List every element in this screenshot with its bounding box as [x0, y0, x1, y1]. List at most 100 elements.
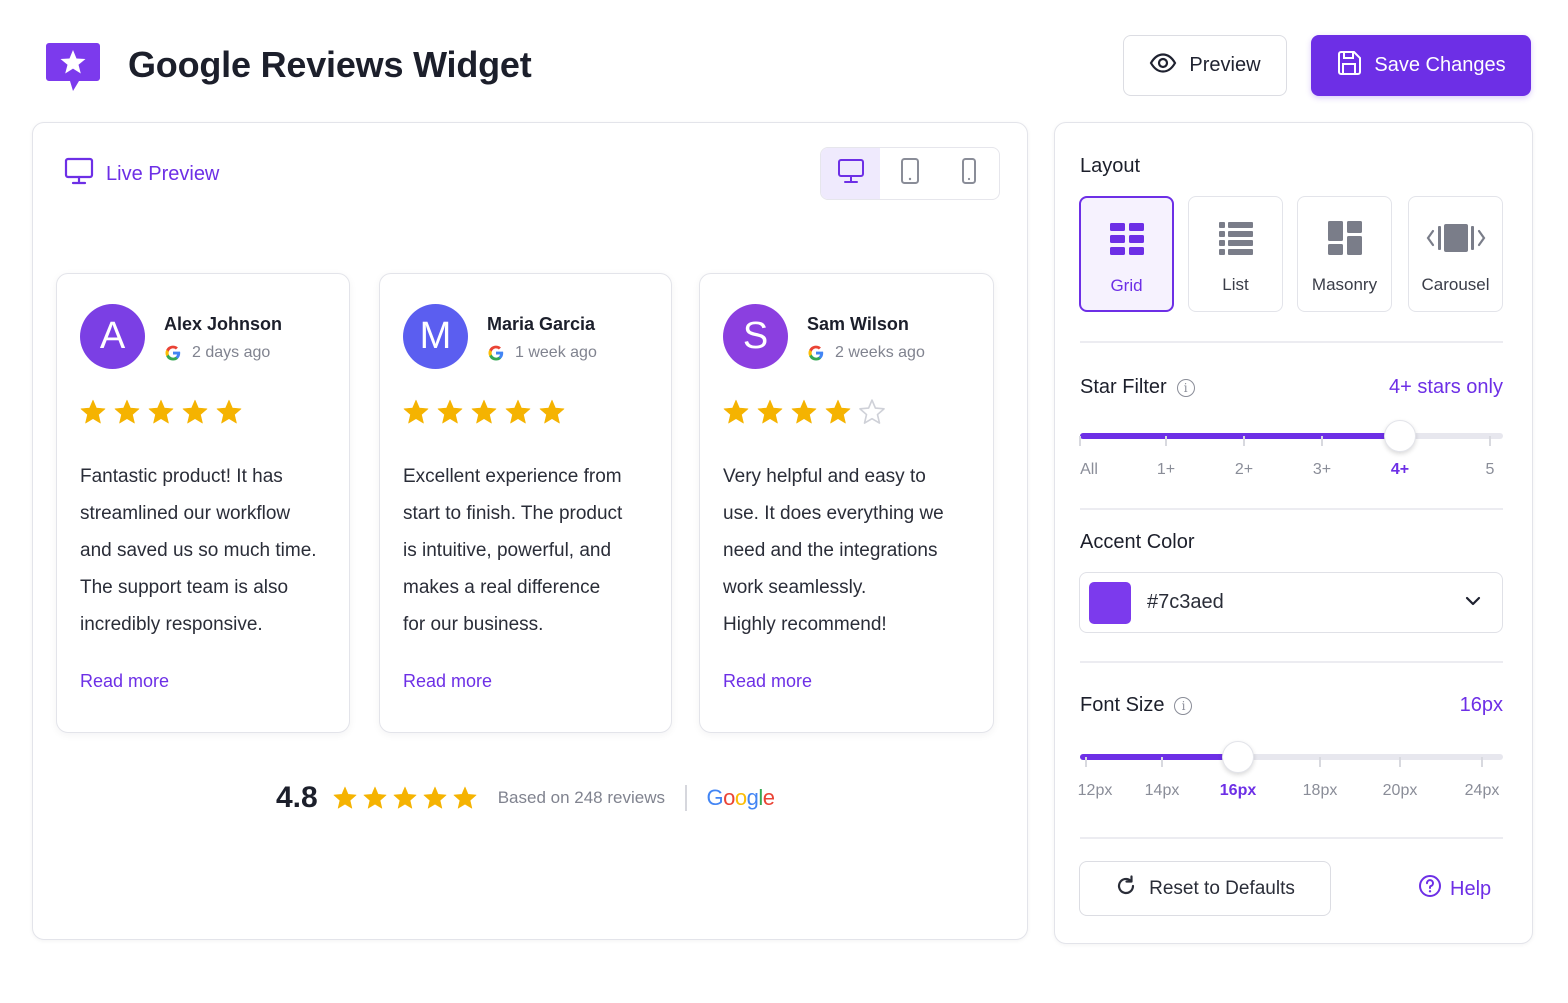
- review-text-line: The support team is also: [80, 577, 289, 598]
- app-logo-icon: [45, 41, 101, 93]
- desktop-device-button[interactable]: [821, 148, 881, 199]
- reset-to-defaults-button[interactable]: Reset to Defaults: [1079, 861, 1331, 916]
- star-filled-icon: [504, 398, 532, 426]
- preview-button-label: Preview: [1189, 54, 1261, 76]
- preview-button[interactable]: Preview: [1123, 35, 1287, 96]
- star-filled-icon: [362, 785, 388, 811]
- accent-color-heading: Accent Color: [1080, 531, 1195, 553]
- eye-icon: [1149, 52, 1177, 79]
- mobile-device-button[interactable]: [940, 148, 999, 199]
- review-text-line: Very helpful and easy to: [723, 466, 926, 487]
- reviewer-name: Sam Wilson: [807, 314, 909, 334]
- page-title: Google Reviews Widget: [128, 44, 532, 85]
- read-more-link[interactable]: Read more: [80, 671, 169, 692]
- font-size-slider[interactable]: 12px 14px 16px 18px 20px 24px: [1078, 741, 1503, 814]
- review-text: Excellent experience from start to finish…: [403, 458, 653, 643]
- slider-thumb[interactable]: [1222, 741, 1254, 773]
- review-meta: 2 days ago: [164, 344, 270, 362]
- star-filled-icon: [538, 398, 566, 426]
- reviewer-name: Alex Johnson: [164, 314, 283, 334]
- slider-tick: [1243, 436, 1245, 446]
- info-icon[interactable]: i: [1176, 378, 1195, 397]
- slider-tick: [1399, 757, 1401, 767]
- layout-option-grid[interactable]: Grid: [1079, 196, 1174, 312]
- accent-color-select[interactable]: #7c3aed: [1079, 572, 1503, 633]
- star-filled-icon: [332, 785, 358, 811]
- review-text-line: need and the integrations: [723, 540, 938, 561]
- mobile-icon: [960, 157, 978, 190]
- layout-option-label: Masonry: [1311, 275, 1378, 294]
- save-changes-button[interactable]: Save Changes: [1311, 35, 1531, 96]
- slider-tick-label: All: [1080, 461, 1098, 478]
- help-circle-icon: [1418, 874, 1442, 904]
- average-rating: 4.8: [276, 781, 318, 814]
- review-text-line: and saved us so much time.: [80, 540, 317, 561]
- google-g-icon: [487, 344, 505, 362]
- read-more-link[interactable]: Read more: [403, 671, 492, 692]
- star-filled-icon: [470, 398, 498, 426]
- live-preview-label: Live Preview: [106, 162, 220, 185]
- desktop-icon: [837, 158, 865, 189]
- star-filled-icon: [452, 785, 478, 811]
- info-icon[interactable]: i: [1174, 696, 1193, 715]
- slider-tick-label: 24px: [1464, 782, 1500, 799]
- star-filled-icon: [824, 398, 852, 426]
- section-divider: [1080, 508, 1503, 510]
- review-text-line: Excellent experience from: [403, 466, 622, 487]
- layout-option-masonry[interactable]: Masonry: [1297, 196, 1392, 312]
- slider-tick-label: 4+: [1390, 461, 1410, 478]
- help-link[interactable]: Help: [1418, 874, 1491, 904]
- reset-button-label: Reset to Defaults: [1149, 877, 1295, 899]
- layout-option-carousel[interactable]: Carousel: [1408, 196, 1503, 312]
- star-filled-icon: [790, 398, 818, 426]
- star-filter-slider[interactable]: All 1+ 2+ 3+ 4+ 5: [1079, 420, 1503, 493]
- avatar: M: [403, 304, 468, 369]
- star-filter-value: 4+ stars only: [1389, 376, 1503, 398]
- google-g-icon: [164, 344, 182, 362]
- review-meta: 1 week ago: [487, 344, 597, 362]
- slider-fill: [1080, 754, 1238, 760]
- layout-option-list[interactable]: List: [1188, 196, 1283, 312]
- slider-tick-label: 18px: [1302, 782, 1338, 799]
- layout-option-label: List: [1222, 275, 1249, 294]
- review-card: M Maria Garcia 1 week ago Excellent experie…: [379, 273, 672, 733]
- font-size-heading: Font Size i: [1080, 694, 1193, 717]
- review-text: Fantastic product! It has streamlined our…: [80, 458, 330, 643]
- tablet-icon: [900, 157, 920, 190]
- google-g-icon: [807, 344, 825, 362]
- star-filled-icon: [181, 398, 209, 426]
- review-time: 1 week ago: [515, 344, 597, 361]
- masonry-icon: [1327, 219, 1363, 257]
- monitor-icon: [64, 157, 94, 191]
- color-swatch: [1089, 581, 1131, 624]
- accent-color-value: #7c3aed: [1147, 591, 1224, 613]
- summary-divider: [685, 785, 687, 811]
- review-time: 2 days ago: [192, 344, 271, 361]
- review-count: Based on 248 reviews: [497, 788, 665, 807]
- read-more-link[interactable]: Read more: [723, 671, 812, 692]
- slider-tick: [1319, 757, 1321, 767]
- star-filled-icon: [79, 398, 107, 426]
- review-text-line: Fantastic product! It has: [80, 466, 283, 487]
- slider-tick: [1085, 757, 1087, 767]
- slider-tick: [1165, 436, 1167, 446]
- star-filled-icon: [215, 398, 243, 426]
- help-label: Help: [1450, 877, 1492, 900]
- slider-fill: [1080, 433, 1400, 439]
- review-time: 2 weeks ago: [835, 344, 925, 361]
- summary-stars: [332, 785, 478, 811]
- review-text-line: incredibly responsive.: [80, 614, 263, 635]
- layout-option-label: Carousel: [1421, 275, 1490, 294]
- tablet-device-button[interactable]: [880, 148, 939, 199]
- refresh-icon: [1115, 874, 1137, 903]
- font-size-label: Font Size: [1080, 694, 1165, 716]
- star-filled-icon: [422, 785, 448, 811]
- section-divider: [1080, 661, 1503, 663]
- star-filter-heading: Star Filter i: [1080, 376, 1195, 399]
- slider-tick: [1079, 436, 1081, 446]
- slider-tick-label: 1+: [1156, 461, 1176, 478]
- slider-tick-label: 16px: [1219, 782, 1257, 799]
- slider-tick: [1489, 436, 1491, 446]
- review-card: S Sam Wilson 2 weeks ago Very helpful and e…: [699, 273, 994, 733]
- slider-thumb[interactable]: [1384, 420, 1416, 452]
